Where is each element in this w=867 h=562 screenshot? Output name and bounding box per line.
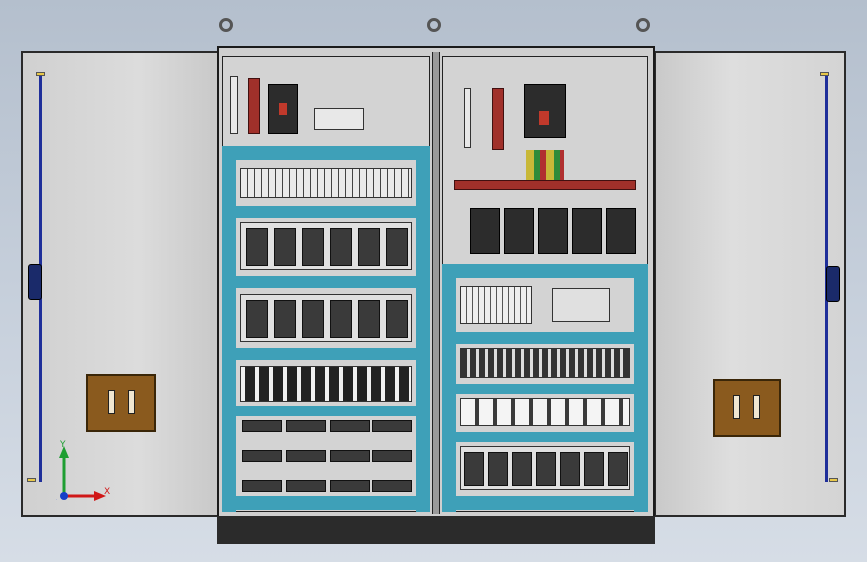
eyebolt-icon [219, 18, 233, 32]
io-terminal-row [460, 348, 630, 378]
main-breaker [268, 84, 298, 134]
contactor [358, 228, 380, 266]
contactor [386, 300, 408, 338]
contactor [464, 452, 484, 486]
right-rail-frame-right [634, 264, 648, 512]
branch-breaker [538, 208, 568, 254]
bottom-module [330, 480, 370, 492]
plc-module [460, 286, 532, 324]
axis-y-label: Y [60, 440, 66, 450]
eyebolt-icon [427, 18, 441, 32]
left-duct-3 [236, 348, 416, 360]
right-rail-frame-bottom [442, 496, 648, 510]
contactor [386, 228, 408, 266]
right-door [654, 51, 846, 517]
bottom-module [372, 480, 412, 492]
right-duct-1 [456, 332, 634, 344]
left-duct-1 [236, 206, 416, 218]
contactor [488, 452, 508, 486]
cabinet-plinth [217, 516, 655, 544]
left-rail-frame-bottom [222, 496, 430, 510]
bottom-module [242, 480, 282, 492]
axis-z-label: Z [56, 500, 57, 501]
right-duct-2 [456, 384, 634, 394]
axis-x-label: X [104, 487, 111, 497]
breaker-cables [526, 150, 564, 180]
contactor [584, 452, 604, 486]
bottom-module [330, 450, 370, 462]
left-rail-frame-top [222, 146, 430, 160]
contactor [302, 228, 324, 266]
bottom-module [242, 450, 282, 462]
horizontal-busbar [454, 180, 636, 190]
contactor [560, 452, 580, 486]
left-rail-frame-left [222, 146, 236, 512]
left-rail-frame-right [416, 146, 430, 512]
left-duct-2 [236, 276, 416, 288]
bottom-module [286, 480, 326, 492]
contactor [330, 300, 352, 338]
branch-breaker [606, 208, 636, 254]
contactor [358, 300, 380, 338]
contactor [274, 228, 296, 266]
hmi-module [552, 288, 610, 322]
bottom-module [330, 420, 370, 432]
terminal-row [240, 168, 412, 198]
bottom-module [242, 420, 282, 432]
contactor [608, 452, 628, 486]
left-door-handle-icon[interactable] [86, 374, 156, 432]
contactor [302, 300, 324, 338]
bottom-module [286, 420, 326, 432]
contactor [536, 452, 556, 486]
branch-breaker [572, 208, 602, 254]
contactor [246, 228, 268, 266]
branch-breaker [470, 208, 500, 254]
relay-row [240, 366, 412, 402]
left-door [21, 51, 219, 517]
cabinet-divider [432, 52, 440, 514]
right-rail-frame-top [442, 264, 648, 278]
right-rod-bottom-cap [829, 478, 838, 482]
contactor [274, 300, 296, 338]
right-rail-frame-left [442, 264, 456, 512]
left-rod-bottom-cap [27, 478, 36, 482]
contactor [512, 452, 532, 486]
ground-bar [492, 88, 504, 150]
bottom-module [372, 420, 412, 432]
bottom-module [372, 450, 412, 462]
bottom-module [286, 450, 326, 462]
right-latch[interactable] [826, 266, 840, 302]
eyebolt-icon [636, 18, 650, 32]
relay-row [460, 398, 630, 426]
contactor [246, 300, 268, 338]
ground-bar [248, 78, 260, 134]
left-duct-4 [236, 406, 416, 416]
branch-breaker [504, 208, 534, 254]
right-door-handle-icon[interactable] [713, 379, 781, 437]
right-duct-3 [456, 432, 634, 442]
left-latch[interactable] [28, 264, 42, 300]
terminal-strip [464, 88, 471, 148]
contactor [330, 228, 352, 266]
relay-strip [314, 108, 364, 130]
main-breaker [524, 84, 566, 138]
terminal-strip [230, 76, 238, 134]
